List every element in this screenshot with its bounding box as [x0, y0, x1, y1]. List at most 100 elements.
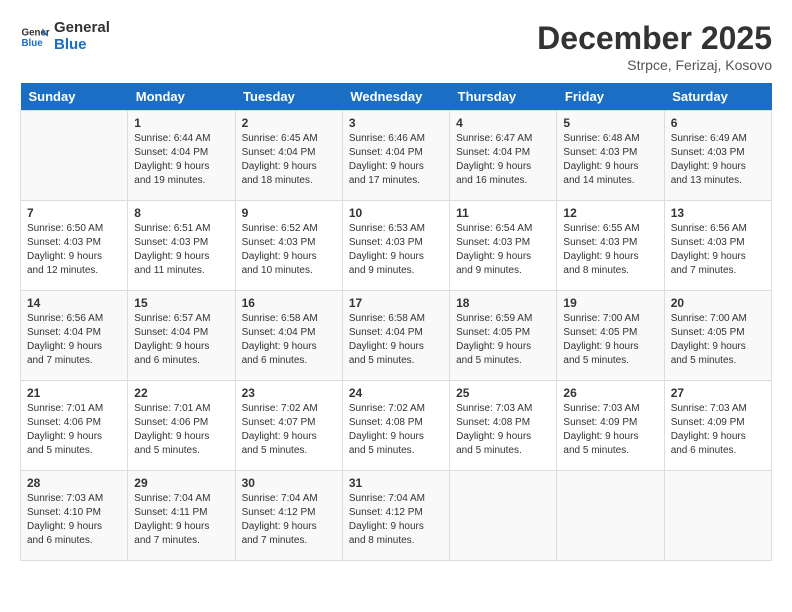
- day-info: Sunrise: 6:51 AM Sunset: 4:03 PM Dayligh…: [134, 222, 228, 278]
- month-title: December 2025: [537, 20, 772, 57]
- day-info: Sunrise: 6:50 AM Sunset: 4:03 PM Dayligh…: [27, 222, 121, 278]
- day-number: 13: [671, 206, 765, 220]
- logo: General Blue General Blue: [20, 20, 110, 53]
- day-number: 28: [27, 476, 121, 490]
- day-number: 30: [242, 476, 336, 490]
- day-number: 8: [134, 206, 228, 220]
- day-info: Sunrise: 6:46 AM Sunset: 4:04 PM Dayligh…: [349, 132, 443, 188]
- day-info: Sunrise: 6:53 AM Sunset: 4:03 PM Dayligh…: [349, 222, 443, 278]
- calendar-cell: 8 Sunrise: 6:51 AM Sunset: 4:03 PM Daylig…: [128, 201, 235, 291]
- day-info: Sunrise: 7:04 AM Sunset: 4:12 PM Dayligh…: [242, 492, 336, 548]
- calendar-cell: 12Sunrise: 6:55 AM Sunset: 4:03 PM Dayli…: [557, 201, 664, 291]
- logo-blue: Blue: [54, 37, 110, 54]
- day-info: Sunrise: 6:56 AM Sunset: 4:04 PM Dayligh…: [27, 312, 121, 368]
- day-number: 12: [563, 206, 657, 220]
- day-number: 27: [671, 386, 765, 400]
- calendar-cell: 19 Sunrise: 7:00 AM Sunset: 4:05 PM Dayli…: [557, 291, 664, 381]
- day-number: 9: [242, 206, 336, 220]
- day-header-saturday: Saturday: [664, 83, 771, 111]
- calendar-cell: 25 Sunrise: 7:03 AM Sunset: 4:08 PM Dayli…: [450, 381, 557, 471]
- day-info: Sunrise: 6:58 AM Sunset: 4:04 PM Dayligh…: [349, 312, 443, 368]
- day-info: Sunrise: 6:45 AM Sunset: 4:04 PM Dayligh…: [242, 132, 336, 188]
- day-number: 14: [27, 296, 121, 310]
- day-number: 16: [242, 296, 336, 310]
- page-header: General Blue General Blue December 2025 …: [20, 20, 772, 73]
- calendar-cell: 9 Sunrise: 6:52 AM Sunset: 4:03 PM Daylig…: [235, 201, 342, 291]
- day-number: 17: [349, 296, 443, 310]
- calendar-cell: 10Sunrise: 6:53 AM Sunset: 4:03 PM Dayli…: [342, 201, 449, 291]
- calendar-cell: 4 Sunrise: 6:47 AM Sunset: 4:04 PM Daylig…: [450, 111, 557, 201]
- day-number: 23: [242, 386, 336, 400]
- day-info: Sunrise: 7:03 AM Sunset: 4:09 PM Dayligh…: [563, 402, 657, 458]
- day-info: Sunrise: 7:00 AM Sunset: 4:05 PM Dayligh…: [563, 312, 657, 368]
- calendar-cell: 6Sunrise: 6:49 AM Sunset: 4:03 PM Daylig…: [664, 111, 771, 201]
- calendar-cell: 5Sunrise: 6:48 AM Sunset: 4:03 PM Daylig…: [557, 111, 664, 201]
- calendar-cell: 18Sunrise: 6:59 AM Sunset: 4:05 PM Dayli…: [450, 291, 557, 381]
- day-info: Sunrise: 6:52 AM Sunset: 4:03 PM Dayligh…: [242, 222, 336, 278]
- day-info: Sunrise: 7:00 AM Sunset: 4:05 PM Dayligh…: [671, 312, 765, 368]
- day-info: Sunrise: 6:44 AM Sunset: 4:04 PM Dayligh…: [134, 132, 228, 188]
- calendar-cell: 30 Sunrise: 7:04 AM Sunset: 4:12 PM Dayli…: [235, 471, 342, 561]
- day-info: Sunrise: 7:03 AM Sunset: 4:09 PM Dayligh…: [671, 402, 765, 458]
- day-number: 15: [134, 296, 228, 310]
- calendar-cell: 24 Sunrise: 7:02 AM Sunset: 4:08 PM Dayli…: [342, 381, 449, 471]
- day-info: Sunrise: 7:02 AM Sunset: 4:07 PM Dayligh…: [242, 402, 336, 458]
- day-header-wednesday: Wednesday: [342, 83, 449, 111]
- day-number: 18: [456, 296, 550, 310]
- calendar-cell: 26Sunrise: 7:03 AM Sunset: 4:09 PM Dayli…: [557, 381, 664, 471]
- day-info: Sunrise: 7:04 AM Sunset: 4:12 PM Dayligh…: [349, 492, 443, 548]
- day-number: 25: [456, 386, 550, 400]
- day-info: Sunrise: 7:04 AM Sunset: 4:11 PM Dayligh…: [134, 492, 228, 548]
- day-header-tuesday: Tuesday: [235, 83, 342, 111]
- day-header-monday: Monday: [128, 83, 235, 111]
- svg-text:Blue: Blue: [22, 38, 44, 49]
- day-number: 11: [456, 206, 550, 220]
- week-row-4: 21 Sunrise: 7:01 AM Sunset: 4:06 PM Dayli…: [21, 381, 772, 471]
- day-info: Sunrise: 7:02 AM Sunset: 4:08 PM Dayligh…: [349, 402, 443, 458]
- calendar-cell: 22Sunrise: 7:01 AM Sunset: 4:06 PM Dayli…: [128, 381, 235, 471]
- day-number: 7: [27, 206, 121, 220]
- day-info: Sunrise: 6:47 AM Sunset: 4:04 PM Dayligh…: [456, 132, 550, 188]
- day-number: 1: [134, 116, 228, 130]
- day-info: Sunrise: 7:03 AM Sunset: 4:08 PM Dayligh…: [456, 402, 550, 458]
- calendar-cell: 2Sunrise: 6:45 AM Sunset: 4:04 PM Daylig…: [235, 111, 342, 201]
- calendar-cell: 20 Sunrise: 7:00 AM Sunset: 4:05 PM Dayli…: [664, 291, 771, 381]
- week-row-2: 7 Sunrise: 6:50 AM Sunset: 4:03 PM Daylig…: [21, 201, 772, 291]
- day-header-friday: Friday: [557, 83, 664, 111]
- calendar-cell: 13 Sunrise: 6:56 AM Sunset: 4:03 PM Dayli…: [664, 201, 771, 291]
- day-info: Sunrise: 6:57 AM Sunset: 4:04 PM Dayligh…: [134, 312, 228, 368]
- day-info: Sunrise: 7:03 AM Sunset: 4:10 PM Dayligh…: [27, 492, 121, 548]
- calendar-cell: 23 Sunrise: 7:02 AM Sunset: 4:07 PM Dayli…: [235, 381, 342, 471]
- calendar-table: SundayMondayTuesdayWednesdayThursdayFrid…: [20, 83, 772, 561]
- day-number: 22: [134, 386, 228, 400]
- calendar-cell: 21 Sunrise: 7:01 AM Sunset: 4:06 PM Dayli…: [21, 381, 128, 471]
- calendar-cell: 15 Sunrise: 6:57 AM Sunset: 4:04 PM Dayli…: [128, 291, 235, 381]
- calendar-cell: 7 Sunrise: 6:50 AM Sunset: 4:03 PM Daylig…: [21, 201, 128, 291]
- calendar-cell: [21, 111, 128, 201]
- title-block: December 2025 Strpce, Ferizaj, Kosovo: [537, 20, 772, 73]
- day-number: 24: [349, 386, 443, 400]
- day-info: Sunrise: 6:56 AM Sunset: 4:03 PM Dayligh…: [671, 222, 765, 278]
- calendar-cell: 17 Sunrise: 6:58 AM Sunset: 4:04 PM Dayli…: [342, 291, 449, 381]
- day-info: Sunrise: 6:54 AM Sunset: 4:03 PM Dayligh…: [456, 222, 550, 278]
- day-number: 29: [134, 476, 228, 490]
- day-info: Sunrise: 7:01 AM Sunset: 4:06 PM Dayligh…: [27, 402, 121, 458]
- calendar-cell: 11 Sunrise: 6:54 AM Sunset: 4:03 PM Dayli…: [450, 201, 557, 291]
- calendar-cell: [450, 471, 557, 561]
- week-row-5: 28 Sunrise: 7:03 AM Sunset: 4:10 PM Dayli…: [21, 471, 772, 561]
- day-number: 21: [27, 386, 121, 400]
- calendar-cell: 14 Sunrise: 6:56 AM Sunset: 4:04 PM Dayli…: [21, 291, 128, 381]
- calendar-cell: 29 Sunrise: 7:04 AM Sunset: 4:11 PM Dayli…: [128, 471, 235, 561]
- calendar-cell: [557, 471, 664, 561]
- day-number: 4: [456, 116, 550, 130]
- day-number: 19: [563, 296, 657, 310]
- day-header-sunday: Sunday: [21, 83, 128, 111]
- calendar-cell: 1 Sunrise: 6:44 AM Sunset: 4:04 PM Daylig…: [128, 111, 235, 201]
- days-header-row: SundayMondayTuesdayWednesdayThursdayFrid…: [21, 83, 772, 111]
- location: Strpce, Ferizaj, Kosovo: [537, 57, 772, 73]
- calendar-cell: [664, 471, 771, 561]
- day-number: 31: [349, 476, 443, 490]
- day-number: 20: [671, 296, 765, 310]
- day-info: Sunrise: 6:48 AM Sunset: 4:03 PM Dayligh…: [563, 132, 657, 188]
- day-header-thursday: Thursday: [450, 83, 557, 111]
